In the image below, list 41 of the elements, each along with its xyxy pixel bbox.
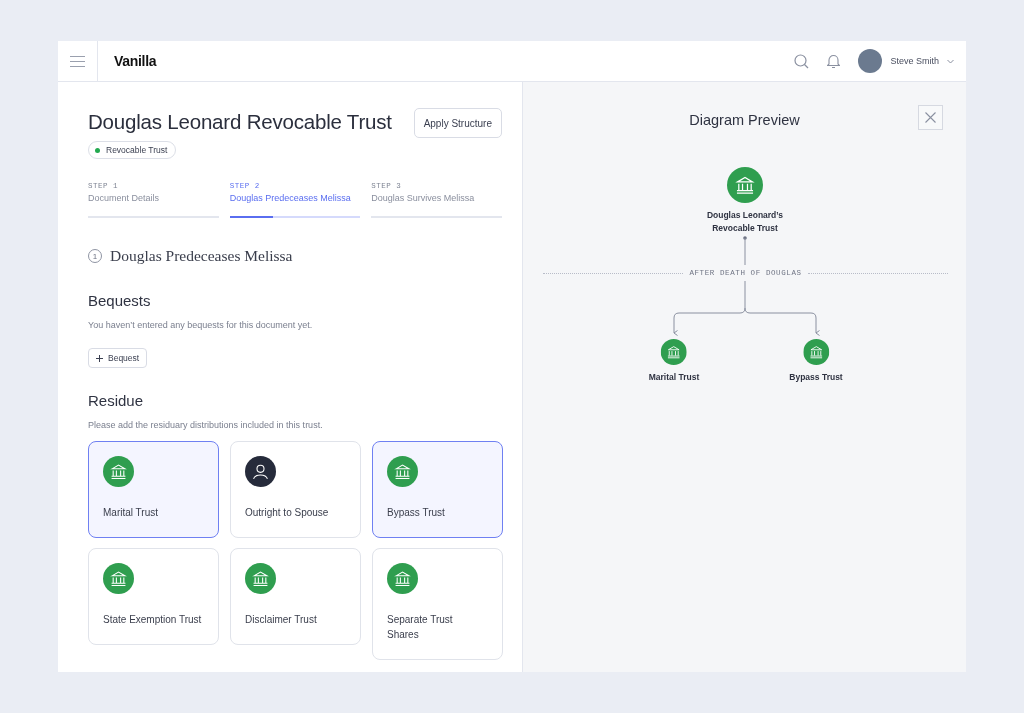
distribution-card[interactable]: State Exemption Trust: [88, 548, 219, 645]
distribution-card[interactable]: Marital Trust: [88, 441, 219, 538]
bank-icon: [661, 339, 687, 365]
logo: Vanilla: [114, 53, 157, 69]
distribution-card[interactable]: Outright to Spouse: [230, 441, 361, 538]
node-label: Marital Trust: [648, 371, 700, 384]
panel-title: Diagram Preview: [689, 112, 800, 128]
connector-line: [744, 280, 746, 309]
bank-icon: [387, 563, 418, 594]
bank-icon: [103, 563, 134, 594]
notifications-button[interactable]: [827, 53, 841, 69]
bank-icon: [245, 563, 276, 594]
close-icon: [925, 112, 936, 123]
node-label: Bypass Trust: [789, 371, 843, 384]
apply-structure-button[interactable]: Apply Structure: [413, 108, 502, 138]
bank-icon: [727, 167, 763, 203]
scenario-title: Douglas Predeceases Melissa: [110, 247, 293, 265]
bank-icon: [387, 456, 418, 487]
bequests-message: You haven’t entered any bequests for this document yet.: [88, 320, 314, 330]
residue-message: Please add the residuary distributions included in this trust.: [88, 420, 324, 430]
plus-icon: [96, 354, 103, 362]
distribution-card[interactable]: Separate Trust Shares: [372, 548, 503, 660]
distribution-card[interactable]: Disclaimer Trust: [230, 548, 361, 645]
bequests-heading: Bequests: [88, 292, 152, 309]
avatar: [858, 49, 883, 73]
bank-icon: [103, 456, 134, 487]
distribution-card[interactable]: Bypass Trust: [372, 441, 503, 538]
add-bequest-button[interactable]: Bequest: [88, 348, 148, 368]
close-button[interactable]: [918, 105, 943, 130]
user-menu[interactable]: Steve Smith: [858, 49, 954, 73]
connector-line: [743, 236, 747, 266]
search-icon: [794, 53, 810, 69]
chevron-down-icon: [947, 58, 954, 64]
bank-icon: [803, 339, 829, 365]
search-button[interactable]: [794, 53, 810, 69]
residue-heading: Residue: [88, 392, 145, 409]
bell-icon: [827, 53, 841, 69]
person-icon: [245, 456, 276, 487]
menu-icon[interactable]: [70, 55, 85, 67]
document-title: Douglas Leonard Revocable Trust: [88, 110, 392, 134]
node-label: Douglas Leonard’s Revocable Trust: [705, 209, 785, 235]
